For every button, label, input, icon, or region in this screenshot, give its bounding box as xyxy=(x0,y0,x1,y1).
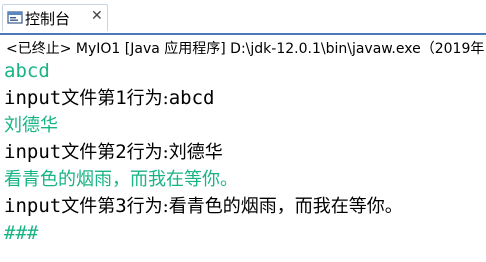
console-line: abcd xyxy=(4,58,486,85)
stdin-text: ### xyxy=(4,222,39,244)
console-tab-bar: 控制台 ✕ xyxy=(0,0,486,35)
output-prefix: input xyxy=(4,195,62,217)
output-value: 看青色的烟雨，而我在等你。 xyxy=(168,196,403,217)
stdin-text: 看青色的烟雨，而我在等你。 xyxy=(4,169,238,190)
console-line: input文件第2行为:刘德华 xyxy=(4,139,486,166)
output-text: 文件第 xyxy=(61,196,116,217)
line-number: 2 xyxy=(115,141,127,163)
line-number: 1 xyxy=(115,87,127,109)
console-line: input文件第3行为:看青色的烟雨，而我在等你。 xyxy=(4,193,486,220)
tab-console-label: 控制台 xyxy=(25,10,71,28)
output-value: 刘德华 xyxy=(168,142,223,163)
output-text: 行为: xyxy=(126,142,169,163)
console-output[interactable]: abcd input文件第1行为:abcd 刘德华 input文件第2行为:刘德… xyxy=(4,58,486,247)
tab-console[interactable]: 控制台 ✕ xyxy=(2,4,108,31)
stdin-text: abcd xyxy=(4,60,50,82)
output-prefix: input xyxy=(4,141,62,163)
line-number: 3 xyxy=(115,195,127,217)
console-line: 看青色的烟雨，而我在等你。 xyxy=(4,166,486,193)
console-line: input文件第1行为:abcd xyxy=(4,85,486,112)
output-text: 文件第 xyxy=(61,142,116,163)
stdin-text: 刘德华 xyxy=(4,115,58,136)
tab-underline xyxy=(0,33,486,35)
output-prefix: input xyxy=(4,87,62,109)
output-text: 文件第 xyxy=(61,88,116,109)
close-icon[interactable]: ✕ xyxy=(91,8,103,24)
terminated-status: <已终止> MyIO1 [Java 应用程序] D:\jdk-12.0.1\bi… xyxy=(6,41,485,57)
console-icon xyxy=(7,10,23,26)
console-line: 刘德华 xyxy=(4,112,486,139)
console-line: ### xyxy=(4,220,486,247)
output-text: 行为: xyxy=(126,196,169,217)
output-value: abcd xyxy=(168,87,215,109)
output-text: 行为: xyxy=(126,88,169,109)
